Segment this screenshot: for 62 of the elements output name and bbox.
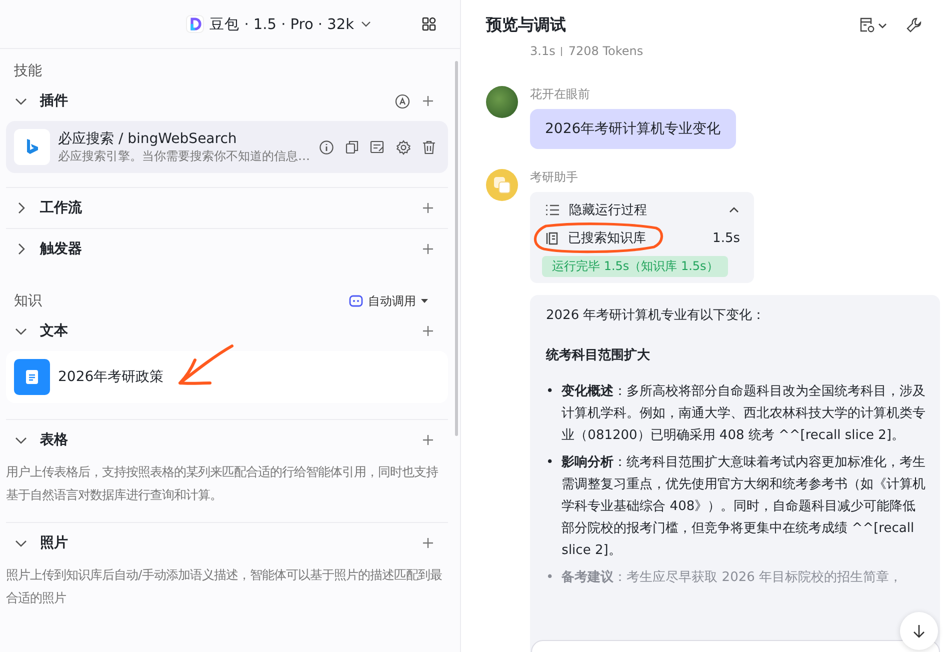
app-logo-icon <box>186 15 204 33</box>
section-title[interactable]: 文本 <box>40 322 68 340</box>
delete-icon[interactable] <box>422 140 436 154</box>
grid-icon[interactable] <box>422 17 436 31</box>
section-title[interactable]: 触发器 <box>40 240 82 258</box>
arrow-down-icon <box>913 624 925 638</box>
group-title: 知识 <box>14 292 42 310</box>
knowledge-icon <box>546 232 558 244</box>
sender-name: 考研助手 <box>530 169 579 186</box>
group-title: 技能 <box>14 62 42 80</box>
bullet-point: 影响分析：统考科目范围扩大意味着考试内容更加标准化，考生需调整复习重点，优先使用官方大纲和统考参考书（如《计算机学科专业基础综合 408》）。同时，自命题科目减少可能降低部分院校的报考门槛，但竞争将更集中在统考成绩 ^^[recall slice 2]。 <box>562 454 926 560</box>
section-title[interactable]: 插件 <box>40 92 68 110</box>
wrench-icon[interactable] <box>906 17 922 33</box>
add-icon[interactable] <box>422 202 434 214</box>
document-card[interactable]: 2026年考研政策 <box>6 351 448 403</box>
add-icon[interactable] <box>422 243 434 255</box>
info-icon[interactable] <box>319 140 334 154</box>
bullet-marker: • <box>546 569 554 587</box>
bullet-marker: • <box>546 383 554 401</box>
bot-avatar <box>486 169 518 201</box>
add-icon[interactable] <box>422 537 434 549</box>
add-icon[interactable] <box>422 325 434 337</box>
document-icon <box>14 359 50 395</box>
document-name: 2026年考研政策 <box>58 368 164 386</box>
section-title[interactable]: 照片 <box>40 534 68 552</box>
step-duration: 1.5s <box>712 230 740 246</box>
list-icon <box>546 204 559 216</box>
bullet-point: 变化概述：多所高校将部分自命题科目改为全国统考科目，涉及计算机学科。例如，南通大学、西北农林科技大学的计算机类专业（081200）已明确采用 408 统考 ^^[recall slice 2]。 <box>562 382 926 445</box>
plugin-card[interactable]: 必应搜索 / bingWebSearch 必应搜索引擎。当你需要搜索你不知道的信息… <box>6 121 448 173</box>
section-title[interactable]: 工作流 <box>40 199 82 217</box>
bullet-marker: • <box>546 454 554 472</box>
section-title[interactable]: 表格 <box>40 431 68 449</box>
token-count: 7208 Tokens <box>568 44 644 58</box>
plugin-description: 必应搜索引擎。当你需要搜索你不知道的信息… <box>58 148 311 164</box>
document-settings-icon <box>859 17 875 33</box>
step-label: 已搜索知识库 <box>568 230 646 247</box>
section-description: 照片上传到知识库后自动/手动添加语义描述，智能体可以基于照片的描述匹配到最合适的照片 <box>6 566 444 607</box>
robot-icon <box>349 295 363 307</box>
scrollbar[interactable] <box>455 61 458 436</box>
panel-title: 预览与调试 <box>486 14 566 36</box>
plugin-name: 必应搜索 / bingWebSearch <box>58 130 238 148</box>
process-toggle[interactable]: 隐藏运行过程 <box>542 198 740 222</box>
settings-icon[interactable] <box>396 140 411 154</box>
response-heading: 统考科目范围扩大 <box>546 346 651 365</box>
call-mode-dropdown[interactable]: 自动调用 <box>349 292 428 310</box>
sender-name: 花开在眼前 <box>530 86 591 103</box>
section-description: 用户上传表格后，支持按照表格的某列来匹配合适的行给智能体引用，同时也支持基于自然语言对数据库进行查询和计算。 <box>6 463 439 504</box>
edit-icon[interactable] <box>370 140 385 154</box>
add-icon[interactable] <box>422 95 434 107</box>
user-message: 2026年考研计算机专业变化 <box>530 109 736 149</box>
response-time: 3.1s <box>530 44 556 58</box>
status-badge: 运行完毕 1.5s（知识库 1.5s） <box>542 256 728 277</box>
caret-icon <box>421 298 428 304</box>
search-engine-logo-icon <box>14 129 50 165</box>
user-avatar <box>486 86 518 118</box>
response-intro: 2026 年考研计算机专业有以下变化： <box>546 307 766 325</box>
debug-menu-button[interactable] <box>859 17 888 33</box>
auto-icon[interactable] <box>395 94 410 108</box>
bullet-point: 备考建议：考生应尽早获取 2026 年目标院校的招生简章， <box>562 568 902 587</box>
model-selector[interactable]: 豆包 · 1.5 · Pro · 32k <box>186 14 372 34</box>
copy-icon[interactable] <box>345 140 359 154</box>
add-icon[interactable] <box>422 434 434 446</box>
